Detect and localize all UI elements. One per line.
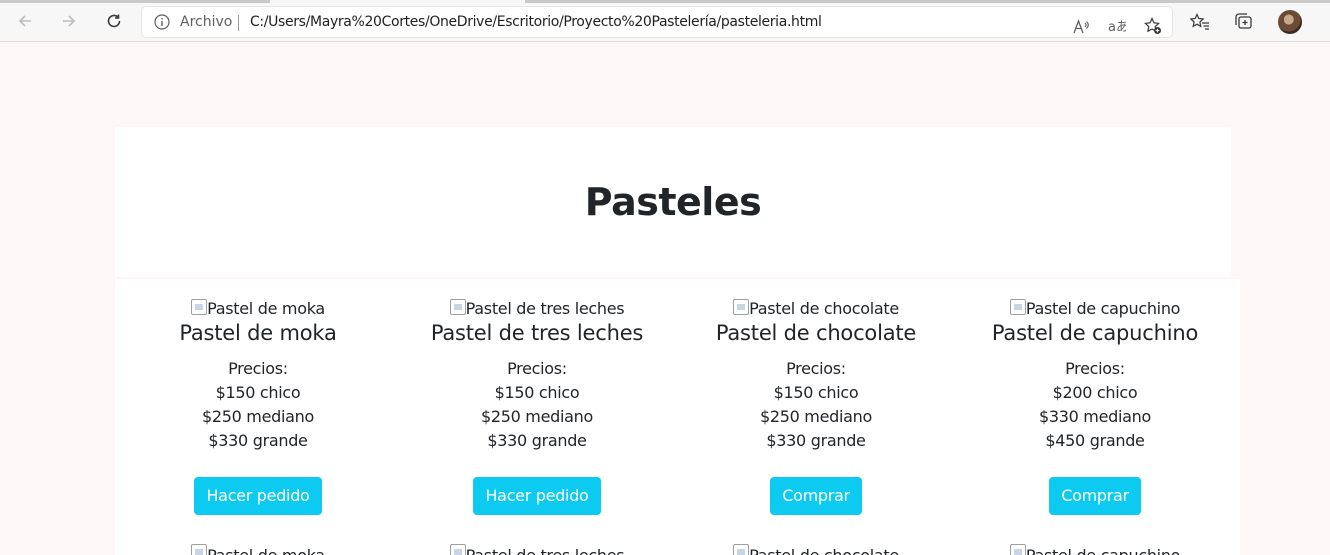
price-large: $330 grande bbox=[766, 431, 866, 450]
price-list: Precios: $150 chico $250 mediano $330 gr… bbox=[407, 357, 667, 453]
prices-label: Precios: bbox=[228, 359, 288, 378]
product-image-alt: Pastel de capuchino bbox=[1026, 546, 1181, 555]
svg-text:aあ: aあ bbox=[1108, 20, 1126, 35]
product-image-alt: Pastel de moka bbox=[207, 546, 325, 555]
product-name: Pastel de capuchino bbox=[991, 321, 1199, 345]
refresh-icon bbox=[107, 14, 121, 28]
product-image: Pastel de moka bbox=[128, 298, 388, 318]
price-small: $200 chico bbox=[1052, 383, 1138, 402]
product-name: Pastel de chocolate bbox=[715, 321, 917, 345]
back-button[interactable] bbox=[12, 8, 38, 34]
collections-icon bbox=[1235, 13, 1252, 29]
broken-image-icon bbox=[733, 299, 750, 315]
order-button[interactable]: Hacer pedido bbox=[194, 477, 322, 515]
back-arrow-icon bbox=[18, 15, 31, 27]
price-list: Precios: $150 chico $250 mediano $330 gr… bbox=[686, 357, 946, 453]
favorites-icon bbox=[1190, 13, 1209, 30]
tab-edge bbox=[525, 0, 1330, 3]
tab-strip bbox=[0, 0, 1330, 3]
read-aloud-icon[interactable] bbox=[1072, 19, 1090, 35]
favorites-button[interactable] bbox=[1189, 11, 1211, 33]
product-image: Pastel de capuchino bbox=[965, 298, 1225, 318]
forward-arrow-icon bbox=[63, 15, 76, 27]
prices-label: Precios: bbox=[507, 359, 567, 378]
product-image: Pastel de tres leches bbox=[407, 298, 667, 318]
broken-image-icon bbox=[1009, 299, 1026, 315]
url-text[interactable]: C:/Users/Mayra%20Cortes/OneDrive/Escrito… bbox=[250, 14, 822, 30]
product-image-alt: Pastel de moka bbox=[207, 298, 325, 318]
info-icon[interactable] bbox=[154, 14, 170, 30]
next-row-image: Pastel de chocolate bbox=[686, 544, 946, 555]
refresh-button[interactable] bbox=[101, 8, 127, 34]
translate-icon[interactable]: aあ bbox=[1108, 19, 1126, 35]
price-large: $330 grande bbox=[487, 431, 587, 450]
order-button[interactable]: Hacer pedido bbox=[473, 477, 601, 515]
collections-button[interactable] bbox=[1233, 11, 1255, 33]
product-image-alt: Pastel de chocolate bbox=[749, 298, 899, 318]
broken-image-icon bbox=[449, 299, 466, 315]
price-large: $330 grande bbox=[208, 431, 308, 450]
broken-image-icon bbox=[191, 544, 208, 555]
page-title: Pasteles bbox=[584, 180, 762, 224]
address-bar[interactable]: Archivo C:/Users/Mayra%20Cortes/OneDrive… bbox=[142, 7, 1172, 37]
product-image-alt: Pastel de tres leches bbox=[466, 546, 625, 555]
product-image-alt: Pastel de chocolate bbox=[749, 546, 899, 555]
broken-image-icon bbox=[1009, 544, 1026, 555]
next-row-image: Pastel de capuchino bbox=[965, 544, 1225, 555]
buy-button[interactable]: Comprar bbox=[770, 477, 862, 515]
product-image: Pastel de chocolate bbox=[686, 298, 946, 318]
product-name: Pastel de moka bbox=[179, 321, 337, 345]
price-medium: $250 mediano bbox=[760, 407, 872, 426]
product-card-tres-leches: Pastel de tres leches Pastel de tres lec… bbox=[407, 298, 667, 515]
broken-image-icon bbox=[449, 544, 466, 555]
product-image-alt: Pastel de capuchino bbox=[1025, 298, 1181, 318]
prices-label: Precios: bbox=[786, 359, 846, 378]
forward-button[interactable] bbox=[56, 8, 82, 34]
price-medium: $250 mediano bbox=[202, 407, 314, 426]
product-card-moka: Pastel de moka Pastel de moka Precios: $… bbox=[128, 298, 388, 515]
product-card-chocolate: Pastel de chocolate Pastel de chocolate … bbox=[686, 298, 946, 515]
add-favorite-icon[interactable] bbox=[1144, 17, 1162, 35]
next-row-image: Pastel de tres leches bbox=[407, 544, 667, 555]
broken-image-icon bbox=[191, 299, 208, 315]
tab-edge bbox=[0, 0, 270, 3]
price-list: Precios: $150 chico $250 mediano $330 gr… bbox=[128, 357, 388, 453]
price-small: $150 chico bbox=[773, 383, 859, 402]
prices-label: Precios: bbox=[1065, 359, 1125, 378]
price-large: $450 grande bbox=[1045, 431, 1145, 450]
next-row-image: Pastel de moka bbox=[128, 544, 388, 555]
product-card-capuchino: Pastel de capuchino Pastel de capuchino … bbox=[965, 298, 1225, 515]
buy-button[interactable]: Comprar bbox=[1049, 477, 1141, 515]
profile-avatar[interactable] bbox=[1278, 10, 1302, 34]
price-list: Precios: $200 chico $330 mediano $450 gr… bbox=[965, 357, 1225, 453]
price-medium: $250 mediano bbox=[481, 407, 593, 426]
broken-image-icon bbox=[733, 544, 750, 555]
address-divider bbox=[238, 15, 239, 31]
price-medium: $330 mediano bbox=[1039, 407, 1151, 426]
price-small: $150 chico bbox=[494, 383, 580, 402]
product-name: Pastel de tres leches bbox=[430, 321, 644, 345]
scheme-label: Archivo bbox=[180, 14, 233, 30]
price-small: $150 chico bbox=[215, 383, 301, 402]
product-image-alt: Pastel de tres leches bbox=[465, 298, 625, 318]
browser-toolbar: Archivo C:/Users/Mayra%20Cortes/OneDrive… bbox=[0, 0, 1330, 42]
